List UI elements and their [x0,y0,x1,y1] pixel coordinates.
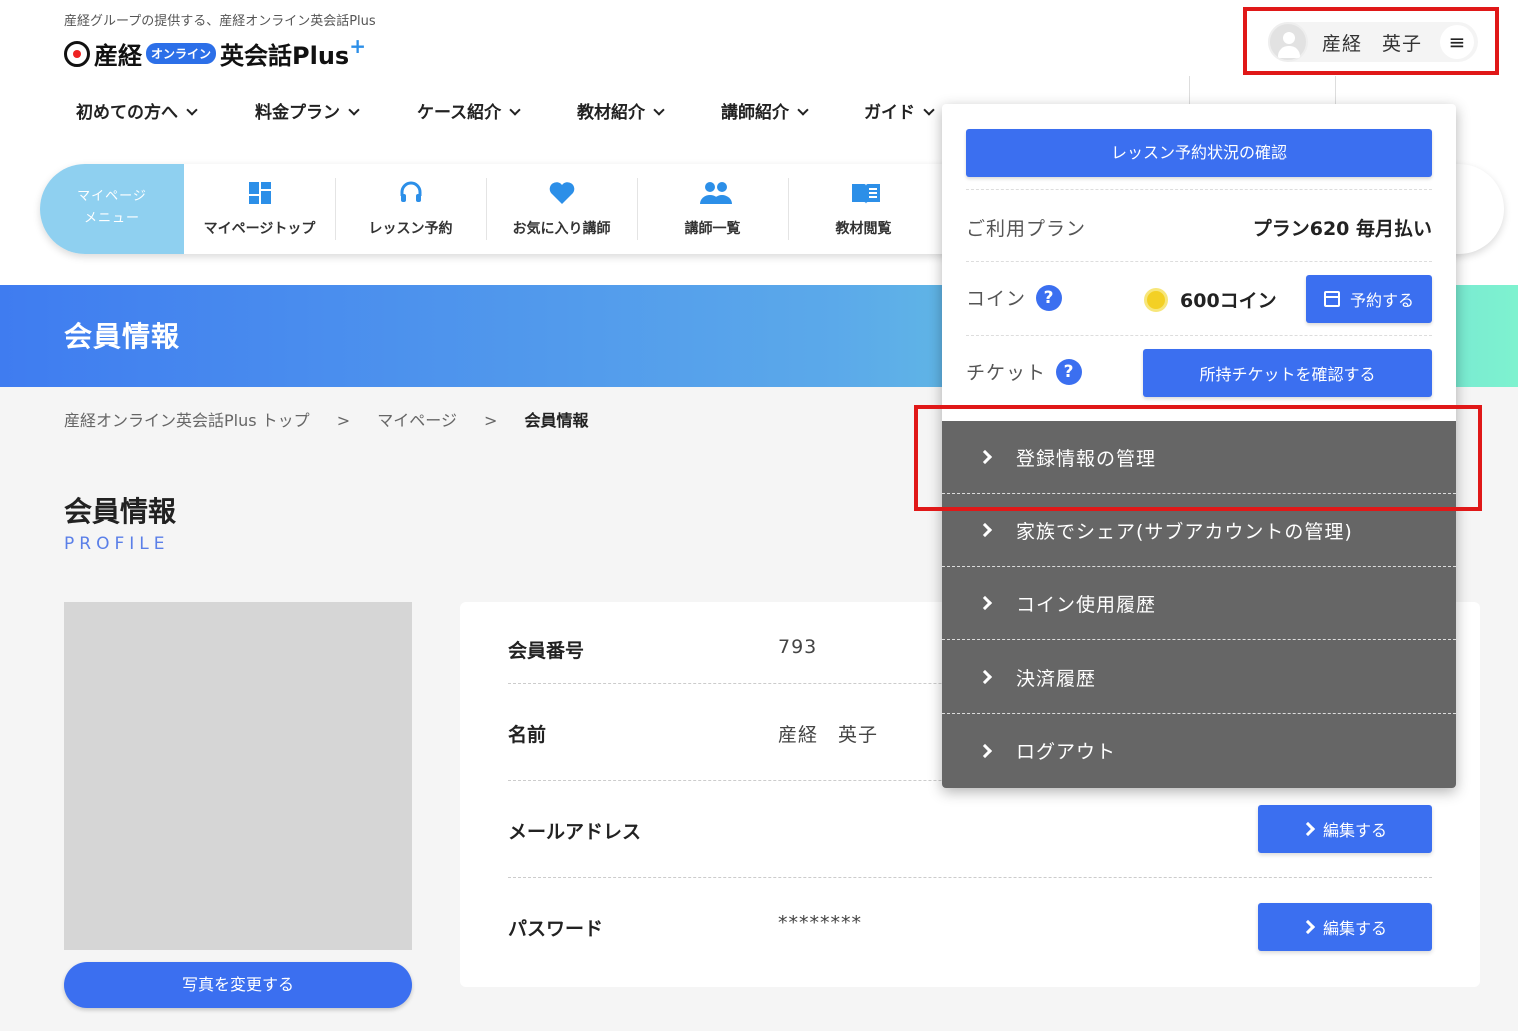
breadcrumb-current: 会員情報 [524,411,589,430]
mypage-item-favorite-teachers[interactable]: お気に入り講師 [486,164,637,254]
menu-item-logout[interactable]: ログアウト [942,714,1456,787]
ticket-help-icon[interactable]: ? [1056,358,1083,385]
nav-guide[interactable]: ガイド [864,98,935,123]
nav-pricing[interactable]: 料金プラン [255,98,360,123]
coin-value: 600コイン [1180,290,1277,312]
logo-text-2: 英会話Plus [220,42,350,70]
account-menu-list: 登録情報の管理 家族でシェア(サブアカウントの管理) コイン使用履歴 決済履歴 … [942,421,1456,788]
nav-teachers[interactable]: 講師紹介 [721,98,809,123]
logo-text-1: 産経 [94,42,142,70]
chevron-down-icon [797,104,809,116]
nav-first-time[interactable]: 初めての方へ [76,98,198,123]
ticket-row: チケット ? 所持チケットを確認する [966,335,1432,409]
menu-item-family-share[interactable]: 家族でシェア(サブアカウントの管理) [942,494,1456,567]
nav-materials[interactable]: 教材紹介 [577,98,665,123]
mypage-item-materials[interactable]: 教材閲覧 [788,164,939,254]
menu-item-payment-history[interactable]: 決済履歴 [942,641,1456,714]
chevron-down-icon [348,104,360,116]
user-avatar-icon [1268,22,1308,62]
nav-cases[interactable]: ケース紹介 [417,98,521,123]
plan-row: ご利用プラン プラン620 毎月払い [966,189,1432,261]
lesson-reservation-status-button[interactable]: レッスン予約状況の確認 [966,129,1432,177]
coin-row: コイン ? 600コイン 予約する [966,261,1432,335]
chevron-right-icon [1300,919,1316,935]
logo-mark-icon [64,40,90,67]
coin-icon [1144,287,1168,312]
hamburger-menu-icon[interactable]: ≡ [1440,25,1474,59]
user-menu-toggle[interactable]: 産経 英子 ≡ [1268,22,1478,62]
page-title: 会員情報 [64,495,177,528]
chevron-down-icon [186,104,198,116]
check-tickets-button[interactable]: 所持チケットを確認する [1143,349,1432,397]
coin-help-icon[interactable]: ? [1036,284,1063,311]
profile-row-email: メールアドレス 編集する [508,781,1432,878]
chevron-right-icon [977,669,993,685]
calendar-icon [1323,291,1340,307]
chevron-right-icon [1300,821,1316,837]
breadcrumb-mypage[interactable]: マイページ [377,411,457,430]
chevron-right-icon [977,595,993,611]
chevron-down-icon [509,104,521,116]
book-icon [850,180,880,208]
edit-password-button[interactable]: 編集する [1258,903,1432,951]
menu-item-coin-history[interactable]: コイン使用履歴 [942,567,1456,640]
edit-email-button[interactable]: 編集する [1258,805,1432,853]
mypage-item-teacher-list[interactable]: 講師一覧 [637,164,788,254]
reserve-button[interactable]: 予約する [1306,275,1432,323]
banner-title: 会員情報 [64,320,181,353]
user-name: 産経 英子 [1322,32,1423,55]
site-logo[interactable]: 産経 オンライン 英会話Plus + [64,33,366,71]
breadcrumb: 産経オンライン英会話Plus トップ > マイページ > 会員情報 [64,411,589,430]
chevron-right-icon [977,522,993,538]
profile-photo [64,602,412,950]
chevron-down-icon [653,104,665,116]
mypage-menu-label: マイページ メニュー [40,164,184,254]
headset-icon [397,180,425,208]
profile-row-password: パスワード ******** 編集する [508,878,1432,978]
user-dropdown-menu: レッスン予約状況の確認 ご利用プラン プラン620 毎月払い コイン ? 600… [942,104,1456,788]
plan-value: プラン620 毎月払い [1252,218,1432,240]
change-photo-button[interactable]: 写真を変更する [64,962,412,1008]
site-tagline: 産経グループの提供する、産経オンライン英会話Plus [64,14,376,29]
people-icon [699,180,732,208]
chevron-right-icon [977,449,993,465]
mypage-item-lesson-reserve[interactable]: レッスン予約 [335,164,486,254]
chevron-right-icon [977,743,993,758]
logo-plus: + [349,33,366,58]
breadcrumb-home[interactable]: 産経オンライン英会話Plus トップ [64,411,310,430]
page-subtitle: PROFILE [64,534,170,554]
chevron-down-icon [923,104,935,116]
menu-item-registration-info[interactable]: 登録情報の管理 [942,421,1456,494]
heart-icon [548,180,576,208]
mypage-item-top[interactable]: マイページトップ [184,164,335,254]
dashboard-icon [246,180,274,208]
logo-badge: オンライン [146,43,217,64]
